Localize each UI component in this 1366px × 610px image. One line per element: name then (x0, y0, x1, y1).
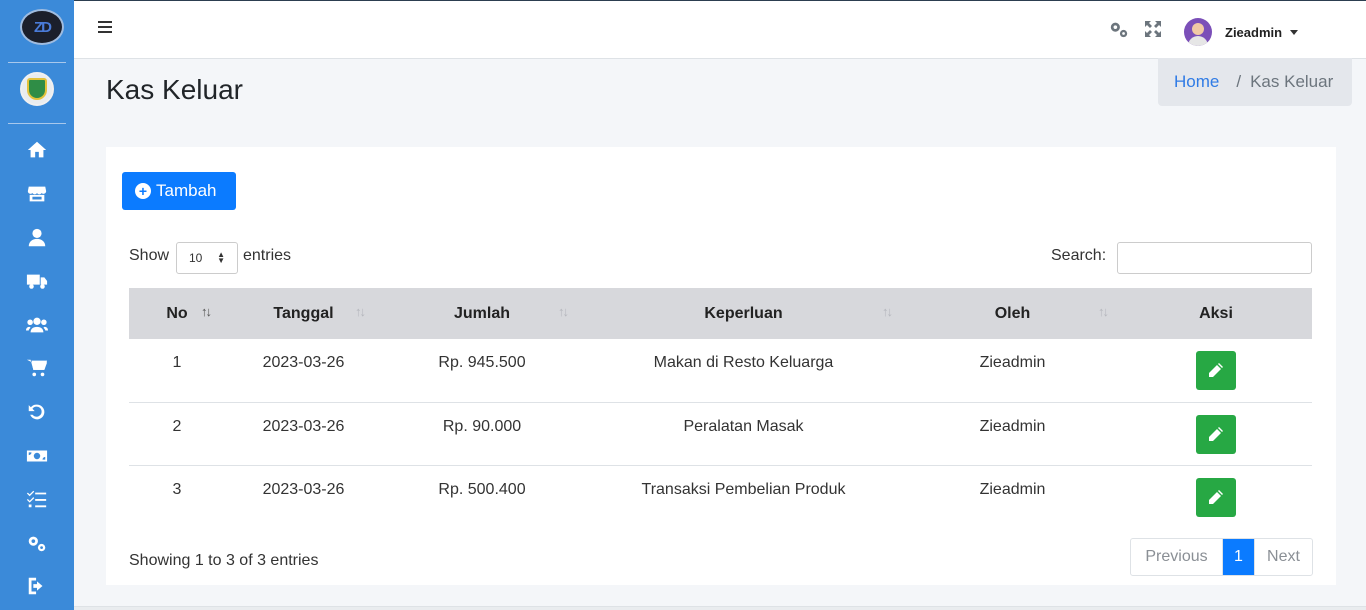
breadcrumb-home-link[interactable]: Home (1174, 72, 1219, 92)
cogs-icon[interactable] (1108, 19, 1130, 39)
undo-icon (28, 404, 45, 420)
fullscreen-icon[interactable] (1144, 20, 1162, 38)
brand-logo-text: ZD (34, 18, 52, 36)
user-icon (28, 228, 46, 247)
column-header-no[interactable]: No ↑↓ (129, 288, 225, 339)
data-table: No ↑↓ Tanggal ↑↓ Jumlah ↑↓ Keperluan ↑↓ Oleh… (129, 288, 1312, 528)
edit-icon (1209, 426, 1223, 441)
entries-label: entries (243, 247, 292, 264)
cell-keperluan: Transaksi Pembelian Produk (641, 480, 846, 498)
page-size-select[interactable]: 10 ▲ ▼ (176, 242, 238, 274)
chevron-down-icon[interactable] (1290, 30, 1298, 35)
column-header-aksi: Aksi (1120, 288, 1312, 339)
sidebar: ZD (0, 0, 74, 610)
cell-tanggal: 2023-03-26 (262, 480, 345, 498)
cell-tanggal: 2023-03-26 (225, 339, 382, 403)
page-title: Kas Keluar (106, 74, 243, 105)
table-info: Showing 1 to 3 of 3 entries (129, 552, 319, 569)
cell-jumlah: Rp. 90.000 (382, 402, 582, 466)
sidebar-item-cart[interactable] (24, 357, 50, 379)
sign-out-icon (28, 577, 43, 595)
edit-button[interactable] (1196, 351, 1236, 390)
pagination-previous[interactable]: Previous (1131, 539, 1223, 575)
cell-aksi (1120, 339, 1312, 403)
money-icon (26, 450, 48, 462)
user-menu-name[interactable]: Zieadmin (1225, 25, 1282, 40)
users-icon (26, 317, 48, 333)
cell-aksi (1120, 465, 1312, 528)
cell-jumlah: Rp. 945.500 (382, 339, 582, 403)
menu-toggle-icon[interactable] (98, 21, 112, 35)
sidebar-item-tasks[interactable] (24, 488, 50, 510)
cogs-icon (28, 536, 46, 552)
breadcrumb-separator: / (1236, 72, 1242, 91)
cell-jumlah: Rp. 500.400 (438, 480, 526, 498)
avatar[interactable] (1184, 18, 1212, 46)
cell-keperluan: Peralatan Masak (582, 402, 905, 466)
table-row: 1 2023-03-26 Rp. 945.500 Makan di Resto … (129, 339, 1312, 403)
breadcrumb: Home / Kas Keluar (1158, 58, 1352, 106)
cart-icon (26, 359, 48, 377)
sidebar-item-settings[interactable] (24, 532, 50, 554)
column-header-oleh[interactable]: Oleh ↑↓ (905, 288, 1120, 339)
topbar: Zieadmin (74, 0, 1366, 59)
page-size-value: 10 (189, 251, 203, 265)
truck-icon (26, 274, 48, 289)
cell-tanggal: 2023-03-26 (225, 402, 382, 466)
sidebar-item-logout[interactable] (24, 575, 50, 597)
show-label: Show (129, 247, 170, 264)
add-button-label: Tambah (156, 181, 217, 200)
select-arrows-icon: ▲ ▼ (217, 250, 225, 265)
cell-no: 3 (172, 480, 182, 498)
cell-no: 1 (129, 339, 225, 403)
cell-keperluan: Makan di Resto Keluarga (582, 339, 905, 403)
cell-oleh: Zieadmin (979, 480, 1046, 498)
cell-aksi (1120, 402, 1312, 466)
sidebar-item-home[interactable] (24, 139, 50, 161)
search-input[interactable] (1117, 242, 1312, 274)
sidebar-item-store[interactable] (24, 183, 50, 205)
sidebar-item-return[interactable] (24, 401, 50, 423)
edit-icon (1209, 489, 1223, 504)
pagination-next[interactable]: Next (1254, 539, 1312, 575)
cell-oleh: Zieadmin (905, 339, 1120, 403)
pagination-page-1[interactable]: 1 (1223, 539, 1254, 575)
home-icon (27, 141, 47, 158)
sidebar-item-users[interactable] (24, 314, 50, 336)
sidebar-divider (8, 62, 66, 63)
edit-button[interactable] (1196, 414, 1236, 454)
store-icon (27, 186, 47, 202)
table-header-row: No ↑↓ Tanggal ↑↓ Jumlah ↑↓ Keperluan ↑↓ Oleh… (129, 288, 1312, 339)
cell-no: 2 (129, 402, 225, 466)
tasks-icon (26, 490, 47, 508)
sidebar-item-delivery[interactable] (24, 270, 50, 292)
table-row: 3 2023-03-26 Rp. 500.400 Transaksi Pembe… (129, 465, 1312, 528)
add-button[interactable]: + Tambah (122, 172, 236, 210)
breadcrumb-current: Kas Keluar (1250, 72, 1334, 91)
sidebar-item-cash[interactable] (24, 445, 50, 467)
column-header-tanggal[interactable]: Tanggal ↑↓ (225, 288, 382, 339)
pagination: Previous 1 Next (1130, 538, 1313, 576)
cell-oleh: Zieadmin (905, 402, 1120, 466)
column-header-keperluan[interactable]: Keperluan ↑↓ (582, 288, 905, 339)
sidebar-item-user[interactable] (24, 227, 50, 249)
organization-seal (20, 72, 54, 106)
plus-circle-icon: + (135, 183, 151, 199)
brand-logo[interactable]: ZD (20, 9, 64, 45)
search-label: Search: (1051, 247, 1107, 264)
table-row: 2 2023-03-26 Rp. 90.000 Peralatan Masak … (129, 402, 1312, 466)
edit-button[interactable] (1196, 477, 1236, 517)
sidebar-divider (8, 123, 66, 124)
edit-icon (1209, 363, 1223, 377)
footer-edge (74, 606, 1366, 610)
content-card: + Tambah Show 10 ▲ ▼ entries Search: No ↑↓… (106, 147, 1336, 585)
column-header-jumlah[interactable]: Jumlah ↑↓ (382, 288, 582, 339)
